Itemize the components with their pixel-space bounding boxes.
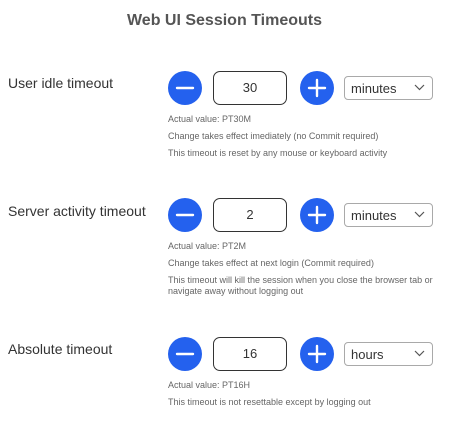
unit-select-value: minutes — [351, 81, 397, 96]
unit-select[interactable]: minutes — [344, 76, 433, 100]
notes: Actual value: PT30M Change takes effect … — [168, 114, 443, 165]
note: This timeout is not resettable except by… — [168, 397, 371, 407]
note-actual-value: Actual value: PT30M — [168, 114, 252, 124]
increment-button[interactable] — [300, 71, 334, 105]
plus-icon — [307, 78, 327, 98]
minus-icon — [175, 213, 195, 217]
decrement-button[interactable] — [168, 71, 202, 105]
chevron-down-icon — [414, 350, 425, 357]
increment-button[interactable] — [300, 337, 334, 371]
minus-icon — [175, 352, 195, 356]
absolute-timeout-label: Absolute timeout — [8, 341, 113, 357]
server-activity-timeout-label: Server activity timeout — [8, 203, 146, 219]
notes: Actual value: PT16H This timeout is not … — [168, 380, 443, 414]
plus-icon — [307, 205, 327, 225]
minus-icon — [175, 86, 195, 90]
decrement-button[interactable] — [168, 198, 202, 232]
page-title: Web UI Session Timeouts — [126, 12, 322, 29]
decrement-button[interactable] — [168, 337, 202, 371]
plus-icon — [307, 344, 327, 364]
chevron-down-icon — [414, 211, 425, 218]
note: This timeout is reset by any mouse or ke… — [168, 148, 388, 158]
unit-select-value: minutes — [351, 208, 397, 223]
unit-select-value: hours — [351, 347, 384, 362]
user-idle-timeout-value[interactable]: 30 — [213, 71, 287, 105]
unit-select[interactable]: hours — [344, 342, 433, 366]
note-actual-value: Actual value: PT2M — [168, 241, 247, 251]
note-actual-value: Actual value: PT16H — [168, 380, 251, 390]
notes: Actual value: PT2M Change takes effect a… — [168, 241, 443, 303]
server-activity-timeout-value[interactable]: 2 — [213, 198, 287, 232]
note: Change takes effect imediately (no Commi… — [168, 131, 379, 141]
chevron-down-icon — [414, 84, 425, 91]
note: Change takes effect at next login (Commi… — [168, 258, 374, 268]
user-idle-timeout-label: User idle timeout — [8, 75, 114, 91]
increment-button[interactable] — [300, 198, 334, 232]
absolute-timeout-value[interactable]: 16 — [213, 337, 287, 371]
unit-select[interactable]: minutes — [344, 203, 433, 227]
note: This timeout will kill the session when … — [168, 275, 433, 296]
